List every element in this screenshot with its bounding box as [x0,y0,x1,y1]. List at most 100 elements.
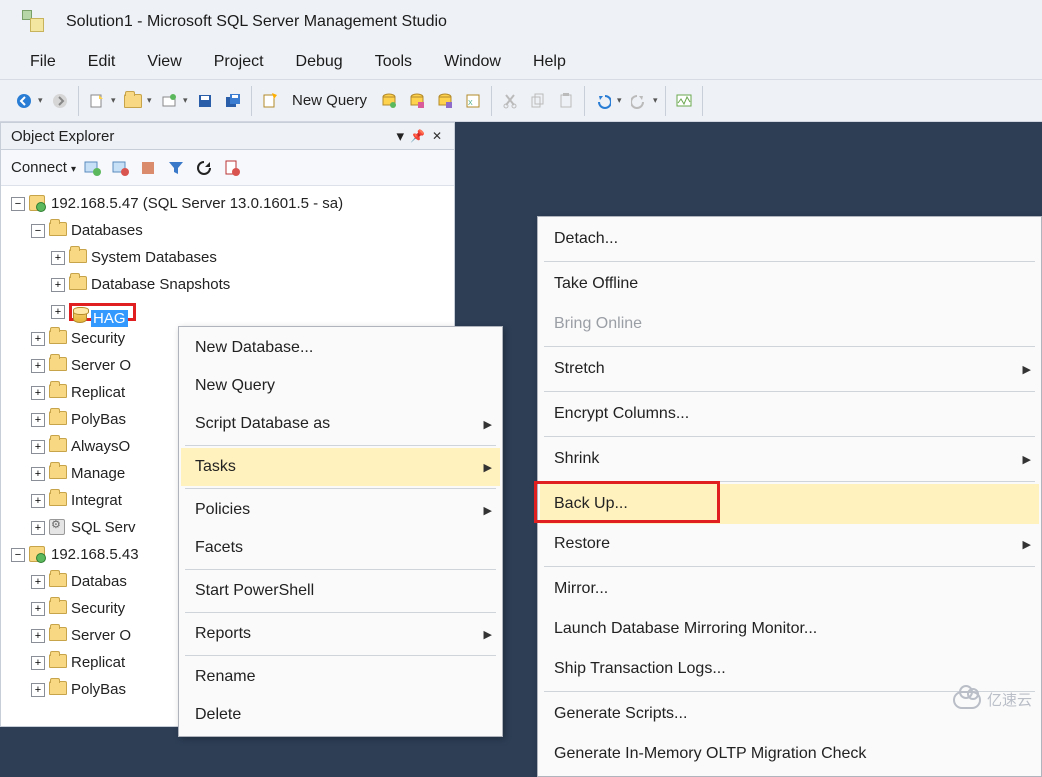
expand-icon[interactable]: + [31,359,45,373]
add-icon[interactable] [157,89,181,113]
db-query-icon-3[interactable] [433,89,457,113]
menu-tools[interactable]: Tools [359,49,428,75]
new-query-icon[interactable] [258,89,282,113]
new-item-icon[interactable] [85,89,109,113]
nav-back-dropdown[interactable]: ▾ [38,95,46,106]
tree-system-databases[interactable]: +System Databases [5,244,452,271]
menu-view[interactable]: View [131,49,197,75]
db-query-icon-2[interactable] [405,89,429,113]
task-generate-scripts[interactable]: Generate Scripts... [540,694,1039,734]
ctx-facets[interactable]: Facets [181,529,500,567]
collapse-icon[interactable]: − [31,224,45,238]
tree-selected-database[interactable]: +HAG [5,298,452,325]
undo-dropdown[interactable]: ▾ [617,95,625,106]
expand-icon[interactable]: + [31,656,45,670]
expand-icon[interactable]: + [31,494,45,508]
tree-database-snapshots[interactable]: +Database Snapshots [5,271,452,298]
ctx-tasks[interactable]: Tasks [181,448,500,486]
panel-dropdown-icon[interactable]: ▾ [396,127,404,145]
expand-icon[interactable]: + [31,629,45,643]
menu-project[interactable]: Project [198,49,280,75]
collapse-icon[interactable]: − [11,197,25,211]
ctx-new-database[interactable]: New Database... [181,329,500,367]
expand-icon[interactable]: + [51,251,65,265]
task-ship-logs[interactable]: Ship Transaction Logs... [540,649,1039,689]
task-launch-mirror-monitor[interactable]: Launch Database Mirroring Monitor... [540,609,1039,649]
expand-icon[interactable]: + [31,467,45,481]
folder-icon [49,438,67,452]
ctx-rename[interactable]: Rename [181,658,500,696]
refresh-icon[interactable] [193,157,215,179]
db-query-icon-1[interactable] [377,89,401,113]
pin-icon[interactable]: 📌 [410,129,424,143]
ctx-delete[interactable]: Delete [181,696,500,734]
expand-icon[interactable]: + [31,332,45,346]
ctx-reports[interactable]: Reports [181,615,500,653]
close-icon[interactable]: ✕ [430,129,444,143]
filter-icon[interactable] [165,157,187,179]
expand-icon[interactable]: + [31,602,45,616]
menu-file[interactable]: File [14,49,72,75]
menu-help[interactable]: Help [517,49,582,75]
new-item-dropdown[interactable]: ▾ [111,95,119,106]
connect-icon[interactable] [81,157,103,179]
menu-debug[interactable]: Debug [280,49,359,75]
stop-icon[interactable] [137,157,159,179]
separator [185,569,496,570]
menu-edit[interactable]: Edit [72,49,132,75]
folder-icon [49,600,67,614]
nav-forward-icon[interactable] [48,89,72,113]
task-take-offline[interactable]: Take Offline [540,264,1039,304]
folder-icon [49,222,67,236]
open-icon[interactable] [121,89,145,113]
task-restore[interactable]: Restore [540,524,1039,564]
activity-monitor-icon[interactable] [672,89,696,113]
task-generate-oltp[interactable]: Generate In-Memory OLTP Migration Check [540,734,1039,774]
task-stretch[interactable]: Stretch [540,349,1039,389]
expand-icon[interactable]: + [31,575,45,589]
connect-button[interactable]: Connect ▾ [9,157,78,178]
task-shrink[interactable]: Shrink [540,439,1039,479]
ctx-policies[interactable]: Policies [181,491,500,529]
xml-query-icon[interactable]: X [461,89,485,113]
ctx-new-query[interactable]: New Query [181,367,500,405]
save-all-icon[interactable] [221,89,245,113]
folder-icon [69,276,87,290]
expand-icon[interactable]: + [51,278,65,292]
folder-icon [49,654,67,668]
server-icon [29,195,45,211]
tasks-submenu: Detach... Take Offline Bring Online Stre… [537,216,1042,777]
expand-icon[interactable]: + [31,413,45,427]
collapse-icon[interactable]: − [11,548,25,562]
menu-window[interactable]: Window [428,49,517,75]
tree-server1[interactable]: −192.168.5.47 (SQL Server 13.0.1601.5 - … [5,190,452,217]
expand-icon[interactable]: + [31,386,45,400]
add-dropdown[interactable]: ▾ [183,95,191,106]
ctx-start-powershell[interactable]: Start PowerShell [181,572,500,610]
server-icon [29,546,45,562]
new-query-button[interactable]: New Query [286,89,373,113]
ctx-script-database-as[interactable]: Script Database as [181,405,500,443]
redo-dropdown: ▾ [653,95,661,106]
separator [544,566,1035,567]
separator [544,691,1035,692]
script-icon[interactable] [221,157,243,179]
task-detach[interactable]: Detach... [540,219,1039,259]
expand-icon[interactable]: + [31,440,45,454]
save-icon[interactable] [193,89,217,113]
task-encrypt-columns[interactable]: Encrypt Columns... [540,394,1039,434]
expand-icon[interactable]: + [51,305,65,319]
open-dropdown[interactable]: ▾ [147,95,155,106]
undo-icon[interactable] [591,89,615,113]
task-mirror[interactable]: Mirror... [540,569,1039,609]
database-icon [73,307,87,323]
task-back-up[interactable]: Back Up... [540,484,1039,524]
tree-databases[interactable]: −Databases [5,217,452,244]
separator [544,346,1035,347]
nav-back-icon[interactable] [12,89,36,113]
folder-icon [49,681,67,695]
expand-icon[interactable]: + [31,683,45,697]
disconnect-icon[interactable] [109,157,131,179]
expand-icon[interactable]: + [31,521,45,535]
toolbar: ▾ ▾ ▾ ▾ New Query X ▾ ▾ [0,80,1042,122]
